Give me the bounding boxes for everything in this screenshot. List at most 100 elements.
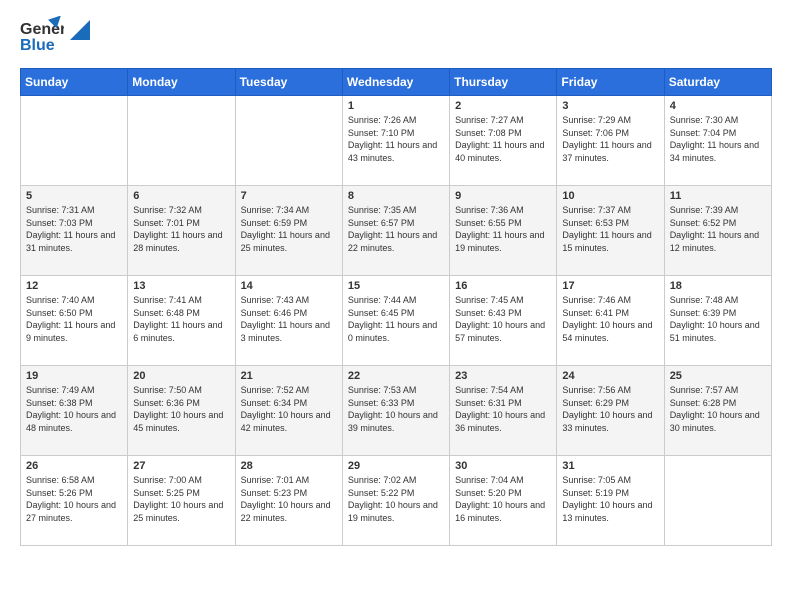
day-info: Sunrise: 7:29 AMSunset: 7:06 PMDaylight:… bbox=[562, 114, 658, 164]
weekday-header-saturday: Saturday bbox=[664, 69, 771, 96]
day-cell: 23 Sunrise: 7:54 AMSunset: 6:31 PMDayligh… bbox=[450, 366, 557, 456]
day-cell: 17Sunrise: 7:46 AMSunset: 6:41 PMDayligh… bbox=[557, 276, 664, 366]
day-number: 9 bbox=[455, 190, 551, 202]
day-info: Sunrise: 7:05 AMSunset: 5:19 PMDaylight:… bbox=[562, 474, 658, 524]
header: General Blue bbox=[20, 16, 772, 56]
day-number: 11 bbox=[670, 190, 766, 202]
day-number: 5 bbox=[26, 190, 122, 202]
day-number: 27 bbox=[133, 460, 229, 472]
day-number: 18 bbox=[670, 280, 766, 292]
day-cell: 9 Sunrise: 7:36 AMSunset: 6:55 PMDaylight… bbox=[450, 186, 557, 276]
logo-icon: General Blue bbox=[20, 16, 64, 56]
day-number: 12 bbox=[26, 280, 122, 292]
day-cell: 21 Sunrise: 7:52 AMSunset: 6:34 PMDayligh… bbox=[235, 366, 342, 456]
day-info: Sunrise: 7:57 AMSunset: 6:28 PMDaylight:… bbox=[670, 384, 766, 434]
day-info: Sunrise: 7:26 AMSunset: 7:10 PMDaylight:… bbox=[348, 114, 444, 164]
day-number: 4 bbox=[670, 100, 766, 112]
day-cell: 28 Sunrise: 7:01 AMSunset: 5:23 PMDayligh… bbox=[235, 456, 342, 546]
day-info: Sunrise: 7:37 AMSunset: 6:53 PMDaylight:… bbox=[562, 204, 658, 254]
day-info: Sunrise: 7:45 AMSunset: 6:43 PMDaylight:… bbox=[455, 294, 551, 344]
day-number: 30 bbox=[455, 460, 551, 472]
day-cell: 19 Sunrise: 7:49 AMSunset: 6:38 PMDayligh… bbox=[21, 366, 128, 456]
day-info: Sunrise: 6:58 AMSunset: 5:26 PMDaylight:… bbox=[26, 474, 122, 524]
weekday-header-friday: Friday bbox=[557, 69, 664, 96]
day-cell: 11Sunrise: 7:39 AMSunset: 6:52 PMDayligh… bbox=[664, 186, 771, 276]
weekday-header-wednesday: Wednesday bbox=[342, 69, 449, 96]
week-row-2: 5Sunrise: 7:31 AMSunset: 7:03 PMDaylight… bbox=[21, 186, 772, 276]
day-number: 31 bbox=[562, 460, 658, 472]
day-info: Sunrise: 7:50 AMSunset: 6:36 PMDaylight:… bbox=[133, 384, 229, 434]
logo-arrow-icon bbox=[70, 20, 90, 40]
day-cell: 10 Sunrise: 7:37 AMSunset: 6:53 PMDayligh… bbox=[557, 186, 664, 276]
day-cell: 14Sunrise: 7:43 AMSunset: 6:46 PMDayligh… bbox=[235, 276, 342, 366]
day-cell: 7Sunrise: 7:34 AMSunset: 6:59 PMDaylight… bbox=[235, 186, 342, 276]
day-info: Sunrise: 7:35 AMSunset: 6:57 PMDaylight:… bbox=[348, 204, 444, 254]
day-number: 1 bbox=[348, 100, 444, 112]
day-info: Sunrise: 7:41 AMSunset: 6:48 PMDaylight:… bbox=[133, 294, 229, 344]
day-cell: 26 Sunrise: 6:58 AMSunset: 5:26 PMDayligh… bbox=[21, 456, 128, 546]
day-info: Sunrise: 7:01 AMSunset: 5:23 PMDaylight:… bbox=[241, 474, 337, 524]
day-number: 24 bbox=[562, 370, 658, 382]
day-number: 21 bbox=[241, 370, 337, 382]
day-info: Sunrise: 7:40 AMSunset: 6:50 PMDaylight:… bbox=[26, 294, 122, 344]
day-info: Sunrise: 7:00 AMSunset: 5:25 PMDaylight:… bbox=[133, 474, 229, 524]
day-number: 10 bbox=[562, 190, 658, 202]
day-number: 13 bbox=[133, 280, 229, 292]
day-cell: 25Sunrise: 7:57 AMSunset: 6:28 PMDayligh… bbox=[664, 366, 771, 456]
day-info: Sunrise: 7:56 AMSunset: 6:29 PMDaylight:… bbox=[562, 384, 658, 434]
day-info: Sunrise: 7:53 AMSunset: 6:33 PMDaylight:… bbox=[348, 384, 444, 434]
day-cell: 16 Sunrise: 7:45 AMSunset: 6:43 PMDayligh… bbox=[450, 276, 557, 366]
day-number: 23 bbox=[455, 370, 551, 382]
day-number: 19 bbox=[26, 370, 122, 382]
day-cell: 20 Sunrise: 7:50 AMSunset: 6:36 PMDayligh… bbox=[128, 366, 235, 456]
svg-text:Blue: Blue bbox=[20, 37, 55, 54]
day-number: 17 bbox=[562, 280, 658, 292]
day-cell: 8Sunrise: 7:35 AMSunset: 6:57 PMDaylight… bbox=[342, 186, 449, 276]
day-number: 2 bbox=[455, 100, 551, 112]
day-cell: 3 Sunrise: 7:29 AMSunset: 7:06 PMDaylight… bbox=[557, 96, 664, 186]
day-info: Sunrise: 7:52 AMSunset: 6:34 PMDaylight:… bbox=[241, 384, 337, 434]
day-number: 20 bbox=[133, 370, 229, 382]
weekday-header-thursday: Thursday bbox=[450, 69, 557, 96]
day-cell bbox=[235, 96, 342, 186]
calendar-table: SundayMondayTuesdayWednesdayThursdayFrid… bbox=[20, 68, 772, 546]
day-info: Sunrise: 7:02 AMSunset: 5:22 PMDaylight:… bbox=[348, 474, 444, 524]
week-row-5: 26 Sunrise: 6:58 AMSunset: 5:26 PMDayligh… bbox=[21, 456, 772, 546]
day-number: 26 bbox=[26, 460, 122, 472]
week-row-4: 19 Sunrise: 7:49 AMSunset: 6:38 PMDayligh… bbox=[21, 366, 772, 456]
day-info: Sunrise: 7:27 AMSunset: 7:08 PMDaylight:… bbox=[455, 114, 551, 164]
day-info: Sunrise: 7:36 AMSunset: 6:55 PMDaylight:… bbox=[455, 204, 551, 254]
logo: General Blue bbox=[20, 16, 90, 56]
day-cell: 2 Sunrise: 7:27 AMSunset: 7:08 PMDaylight… bbox=[450, 96, 557, 186]
day-cell: 6Sunrise: 7:32 AMSunset: 7:01 PMDaylight… bbox=[128, 186, 235, 276]
day-number: 15 bbox=[348, 280, 444, 292]
day-info: Sunrise: 7:44 AMSunset: 6:45 PMDaylight:… bbox=[348, 294, 444, 344]
day-cell: 13 Sunrise: 7:41 AMSunset: 6:48 PMDayligh… bbox=[128, 276, 235, 366]
day-info: Sunrise: 7:30 AMSunset: 7:04 PMDaylight:… bbox=[670, 114, 766, 164]
weekday-header-monday: Monday bbox=[128, 69, 235, 96]
weekday-header-tuesday: Tuesday bbox=[235, 69, 342, 96]
day-number: 28 bbox=[241, 460, 337, 472]
day-cell: 22 Sunrise: 7:53 AMSunset: 6:33 PMDayligh… bbox=[342, 366, 449, 456]
day-number: 14 bbox=[241, 280, 337, 292]
day-cell: 31 Sunrise: 7:05 AMSunset: 5:19 PMDayligh… bbox=[557, 456, 664, 546]
day-number: 22 bbox=[348, 370, 444, 382]
day-cell: 30Sunrise: 7:04 AMSunset: 5:20 PMDayligh… bbox=[450, 456, 557, 546]
day-number: 29 bbox=[348, 460, 444, 472]
week-row-1: 1 Sunrise: 7:26 AMSunset: 7:10 PMDaylight… bbox=[21, 96, 772, 186]
day-info: Sunrise: 7:49 AMSunset: 6:38 PMDaylight:… bbox=[26, 384, 122, 434]
day-cell: 1 Sunrise: 7:26 AMSunset: 7:10 PMDaylight… bbox=[342, 96, 449, 186]
day-number: 7 bbox=[241, 190, 337, 202]
day-cell: 24 Sunrise: 7:56 AMSunset: 6:29 PMDayligh… bbox=[557, 366, 664, 456]
day-number: 3 bbox=[562, 100, 658, 112]
day-cell: 15 Sunrise: 7:44 AMSunset: 6:45 PMDayligh… bbox=[342, 276, 449, 366]
day-cell: 27 Sunrise: 7:00 AMSunset: 5:25 PMDayligh… bbox=[128, 456, 235, 546]
weekday-header-sunday: Sunday bbox=[21, 69, 128, 96]
day-info: Sunrise: 7:48 AMSunset: 6:39 PMDaylight:… bbox=[670, 294, 766, 344]
calendar-container: General Blue SundayMondayTuesda bbox=[0, 0, 792, 566]
day-number: 6 bbox=[133, 190, 229, 202]
day-number: 16 bbox=[455, 280, 551, 292]
weekday-header-row: SundayMondayTuesdayWednesdayThursdayFrid… bbox=[21, 69, 772, 96]
day-cell: 18 Sunrise: 7:48 AMSunset: 6:39 PMDayligh… bbox=[664, 276, 771, 366]
day-info: Sunrise: 7:54 AMSunset: 6:31 PMDaylight:… bbox=[455, 384, 551, 434]
